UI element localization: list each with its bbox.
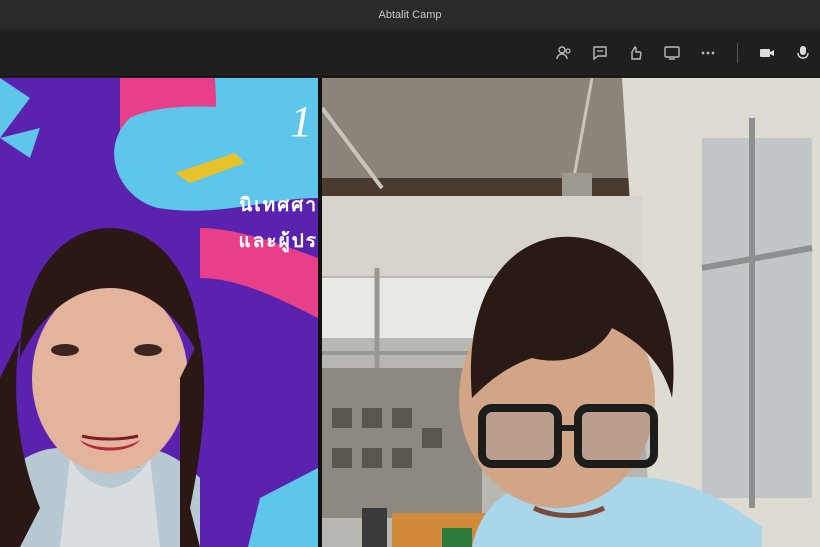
share-screen-button[interactable]: [661, 42, 683, 64]
meeting-control-bar: [0, 30, 820, 77]
chat-icon: [593, 46, 607, 61]
window-title: Abtalit Camp: [378, 9, 442, 21]
video-stage: 1 นิเทศศา และผู้ปร: [0, 78, 820, 547]
background-overlay-number: 1: [290, 97, 312, 146]
more-options-button[interactable]: [697, 42, 719, 64]
more-options-icon: [701, 51, 715, 55]
reactions-button[interactable]: [625, 42, 647, 64]
background-overlay-text-line2: และผู้ปร: [238, 230, 318, 252]
microphone-button[interactable]: [792, 42, 814, 64]
office-background-scene: [322, 78, 820, 547]
camera-icon: [760, 49, 774, 57]
chat-button[interactable]: [589, 42, 611, 64]
meeting-toolbar: [553, 30, 820, 76]
toolbar-separator: [737, 43, 738, 63]
camera-button[interactable]: [756, 42, 778, 64]
window-titlebar: Abtalit Camp: [0, 0, 820, 30]
microphone-icon: [797, 46, 809, 59]
background-overlay-text-line1: นิเทศศา: [239, 194, 318, 216]
participants-button[interactable]: [553, 42, 575, 64]
participant-video-left[interactable]: 1 นิเทศศา และผู้ปร: [0, 78, 318, 547]
share-screen-icon: [664, 46, 680, 60]
participant-video-right[interactable]: [322, 78, 820, 547]
reactions-icon: [631, 45, 642, 60]
virtual-background-graphic: [0, 78, 318, 547]
participants-icon: [556, 46, 571, 60]
